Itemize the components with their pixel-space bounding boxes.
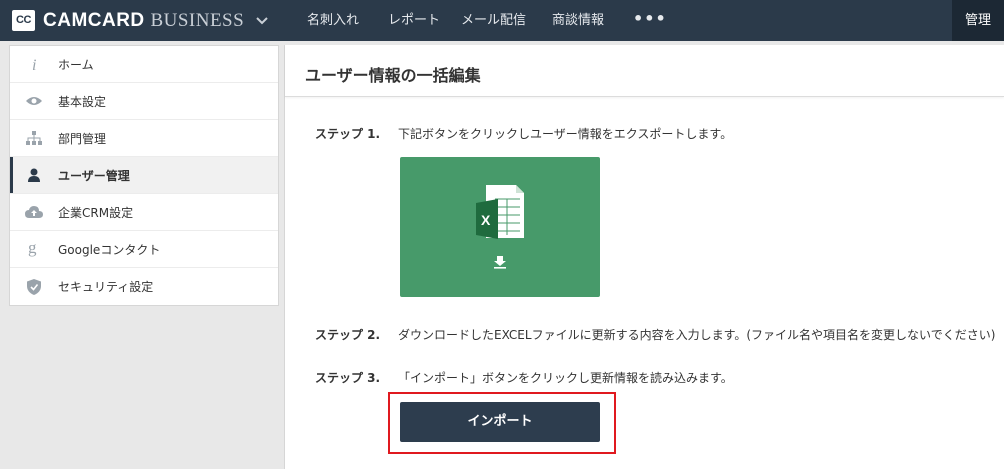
sidebar-item-security[interactable]: セキュリティ設定 [10,268,278,305]
excel-download-icon: X [476,185,524,269]
sidebar-item-label: セキュリティ設定 [58,280,154,294]
sidebar-item-crm[interactable]: 企業CRM設定 [10,194,278,231]
sidebar-item-label: 部門管理 [58,131,107,146]
nav-reports[interactable]: レポート [388,0,440,41]
sidebar-item-departments[interactable]: 部門管理 [10,120,278,157]
sidebar-item-home[interactable]: i ホーム [10,46,278,83]
top-navigation-bar: CC CAMCARD BUSINESS 名刺入れ レポート メール配信 商談情報… [0,0,1004,41]
logo-brand: CAMCARD [43,10,145,31]
import-button[interactable]: インポート [400,402,600,442]
eye-icon [10,95,58,107]
nav-business-cards[interactable]: 名刺入れ [307,0,359,41]
sidebar-item-basic-settings[interactable]: 基本設定 [10,83,278,120]
sidebar: i ホーム 基本設定 部門管理 ユーザー管理 企業CRM設定 g Googleコ… [9,45,279,306]
org-chart-icon [10,131,58,145]
user-icon [10,168,58,182]
step-1-label: ステップ 1. [315,127,381,141]
app-logo[interactable]: CAMCARD BUSINESS [43,10,244,32]
nav-email-delivery[interactable]: メール配信 [461,0,526,41]
page-title: ユーザー情報の一括編集 [305,66,481,85]
google-icon: g [10,240,58,258]
step-3-text: 「インポート」ボタンをクリックし更新情報を読み込みます。 [398,371,733,385]
more-menu-icon[interactable]: ••• [633,0,667,41]
sidebar-item-google-contacts[interactable]: g Googleコンタクト [10,231,278,268]
svg-text:X: X [481,212,491,228]
step-2-label: ステップ 2. [315,328,381,342]
export-button[interactable]: X [400,157,600,297]
sidebar-item-label: 基本設定 [58,94,107,109]
chevron-down-icon[interactable] [254,12,270,28]
sidebar-item-users[interactable]: ユーザー管理 [10,157,278,194]
step-2-text: ダウンロードしたEXCELファイルに更新する内容を入力します。(ファイル名や項目… [398,328,996,342]
info-icon: i [10,56,58,72]
sidebar-item-label: Googleコンタクト [58,242,161,257]
svg-text:i: i [32,57,36,72]
main-panel: ユーザー情報の一括編集 ステップ 1. 下記ボタンをクリックしユーザー情報をエク… [284,45,1004,469]
nav-deals[interactable]: 商談情報 [552,0,604,41]
nav-admin[interactable]: 管理 [952,0,1004,41]
sidebar-item-label: ホーム [58,57,94,72]
sidebar-item-label: 企業CRM設定 [58,205,134,220]
panel-header: ユーザー情報の一括編集 [285,45,1004,97]
logo-product: BUSINESS [150,10,245,31]
shield-icon [10,278,58,295]
svg-text:g: g [28,240,37,257]
logo-mark: CC [12,10,35,31]
sidebar-item-label: ユーザー管理 [58,168,130,183]
step-1-text: 下記ボタンをクリックしユーザー情報をエクスポートします。 [398,127,733,141]
cloud-upload-icon [10,205,58,219]
step-3-label: ステップ 3. [315,371,381,385]
